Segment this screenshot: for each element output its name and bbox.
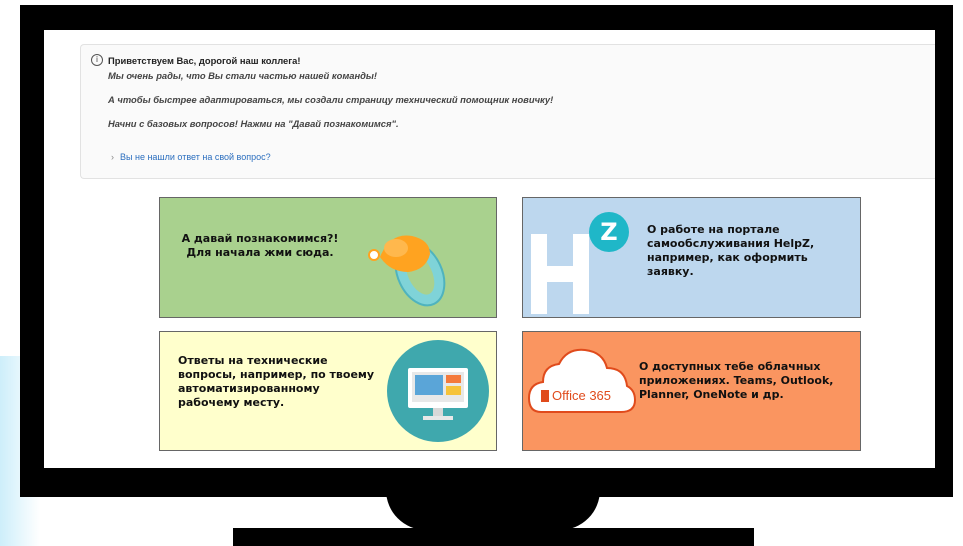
notice-title: Приветствуем Вас, дорогой наш коллега! (108, 55, 301, 66)
tile-text-line: Planner, OneNote и др. (639, 388, 784, 401)
monitor-stand-base (233, 528, 754, 546)
helpz-logo-icon: Z (531, 212, 629, 314)
tile-text-line: например, как оформить (647, 251, 808, 264)
tile-text-line: О работе на портале (647, 223, 780, 236)
tile-text-line: А давай познакомимся?! (181, 232, 339, 245)
pacifier-icon (368, 235, 446, 307)
faq-expand-link[interactable]: › Вы не нашли ответ на свой вопрос? (111, 152, 271, 162)
tile-cloud-apps[interactable]: Office 365 О доступных тебе облачных при… (522, 331, 861, 451)
faq-link-label: Вы не нашли ответ на свой вопрос? (120, 152, 271, 162)
tile-text-line: автоматизированному (178, 382, 320, 395)
office365-cloud-icon (527, 348, 637, 413)
notice-line-1: Мы очень рады, что Вы стали частью нашей… (108, 70, 378, 81)
office365-logo-text: Office 365 (552, 388, 612, 403)
tile-getting-started[interactable]: А давай познакомимся?! Для начала жми сю… (159, 197, 497, 318)
welcome-notice: i Приветствуем Вас, дорогой наш коллега!… (80, 44, 935, 179)
tile-helpz-text: О работе на портале самообслуживания Hel… (647, 223, 852, 279)
monitor-icon (387, 340, 489, 442)
tile-text-line: Ответы на технические (178, 354, 328, 367)
info-icon: i (91, 54, 103, 66)
tile-text-line: рабочему месту. (178, 396, 285, 409)
chevron-right-icon: › (111, 152, 114, 162)
tile-cloud-text: О доступных тебе облачных приложениях. T… (639, 360, 854, 402)
tile-text-line: заявку. (647, 265, 694, 278)
tile-tech-text: Ответы на технические вопросы, например,… (178, 354, 383, 410)
notice-line-3: Начни с базовых вопросов! Нажми на "Дава… (108, 118, 399, 129)
monitor-screen: i Приветствуем Вас, дорогой наш коллега!… (44, 30, 935, 468)
monitor-stand-neck (386, 490, 600, 530)
notice-line-2: А чтобы быстрее адаптироваться, мы созда… (108, 94, 554, 105)
tile-text-line: приложениях. Teams, Outlook, (639, 374, 834, 387)
tile-text-line: О доступных тебе облачных (639, 360, 821, 373)
tile-text-line: вопросы, например, по твоему (178, 368, 375, 381)
tile-getting-started-text: А давай познакомимся?! Для начала жми сю… (180, 232, 340, 260)
tile-tech-questions[interactable]: Ответы на технические вопросы, например,… (159, 331, 497, 451)
helpz-badge-letter: Z (600, 218, 617, 246)
tile-text-line: самообслуживания HelpZ, (647, 237, 815, 250)
tile-helpz-portal[interactable]: Z О работе на портале самообслуживания H… (522, 197, 861, 318)
tile-text-line: Для начала жми сюда. (186, 246, 334, 259)
